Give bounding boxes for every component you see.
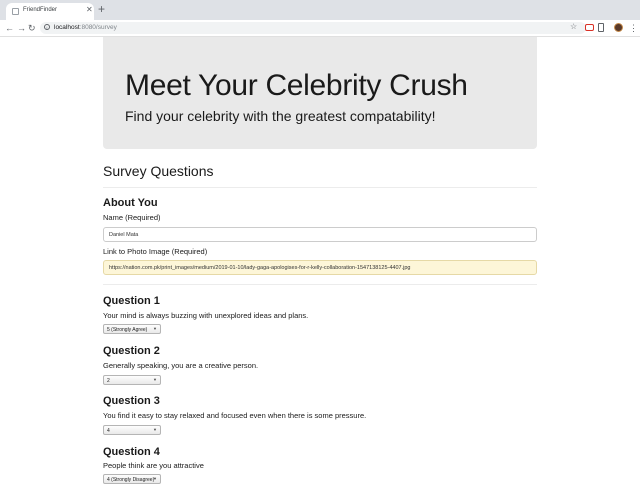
extension-icon[interactable]	[585, 24, 594, 31]
chevron-down-icon: ▼	[153, 476, 157, 481]
about-you-heading: About You	[103, 197, 158, 209]
extension-icon[interactable]	[598, 23, 604, 32]
divider	[103, 187, 537, 188]
avatar[interactable]	[614, 23, 623, 32]
question-3-text: You find it easy to stay relaxed and foc…	[103, 411, 367, 420]
chevron-down-icon: ▼	[153, 427, 157, 432]
question-4-text: People think are you attractive	[103, 461, 204, 470]
select-value: 4	[107, 427, 110, 434]
name-label: Name (Required)	[103, 213, 161, 222]
question-3-title: Question 3	[103, 395, 160, 407]
divider	[103, 284, 537, 285]
question-2-select[interactable]: 2 ▼	[103, 375, 161, 385]
tab-strip: FriendFinder ✕ +	[0, 0, 640, 20]
question-1-select[interactable]: 5 (Strongly Agree) ▼	[103, 324, 161, 334]
bookmark-star-icon[interactable]: ☆	[570, 22, 577, 31]
select-value: 5 (Strongly Agree)	[107, 326, 148, 333]
url-text: localhost:8080/survey	[54, 24, 117, 31]
photo-label: Link to Photo Image (Required)	[103, 247, 208, 256]
question-4-select[interactable]: 4 (Strongly Disagree) ▼	[103, 474, 161, 484]
tab-title: FriendFinder	[23, 7, 58, 13]
page-subtitle: Find your celebrity with the greatest co…	[125, 108, 436, 124]
new-tab-button[interactable]: +	[98, 2, 105, 16]
browser-tab[interactable]: FriendFinder ✕	[6, 3, 94, 20]
address-bar[interactable]: i localhost:8080/survey ☆	[40, 22, 586, 34]
question-2-title: Question 2	[103, 345, 160, 357]
info-icon[interactable]: i	[44, 24, 50, 30]
page-icon	[12, 8, 19, 15]
question-3-select[interactable]: 4 ▼	[103, 425, 161, 435]
chevron-down-icon: ▼	[153, 377, 157, 382]
chevron-down-icon: ▼	[153, 326, 157, 331]
page-title: Meet Your Celebrity Crush	[125, 69, 468, 102]
question-2-text: Generally speaking, you are a creative p…	[103, 361, 259, 370]
forward-icon[interactable]: →	[17, 21, 26, 35]
question-1-text: Your mind is always buzzing with unexplo…	[103, 311, 309, 320]
photo-url-field[interactable]	[103, 260, 537, 275]
back-icon[interactable]: ←	[5, 21, 14, 35]
browser-toolbar: ← → ↻ i localhost:8080/survey ☆ ⋮	[0, 20, 640, 37]
reload-icon[interactable]: ↻	[28, 21, 36, 35]
select-value: 2	[107, 377, 110, 384]
name-field[interactable]	[103, 227, 537, 242]
jumbotron: Meet Your Celebrity Crush Find your cele…	[103, 37, 537, 149]
survey-heading: Survey Questions	[103, 163, 214, 179]
close-icon[interactable]: ✕	[86, 5, 93, 14]
question-4-title: Question 4	[103, 446, 160, 458]
menu-icon[interactable]: ⋮	[629, 21, 638, 35]
question-1-title: Question 1	[103, 295, 160, 307]
